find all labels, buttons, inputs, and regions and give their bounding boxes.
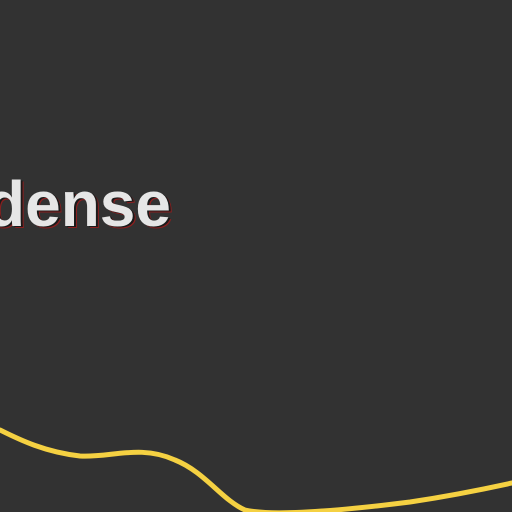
road-line[interactable] bbox=[0, 427, 512, 512]
map-canvas[interactable]: dense bbox=[0, 0, 512, 512]
place-label: dense bbox=[0, 168, 171, 240]
map-layer bbox=[0, 427, 512, 512]
